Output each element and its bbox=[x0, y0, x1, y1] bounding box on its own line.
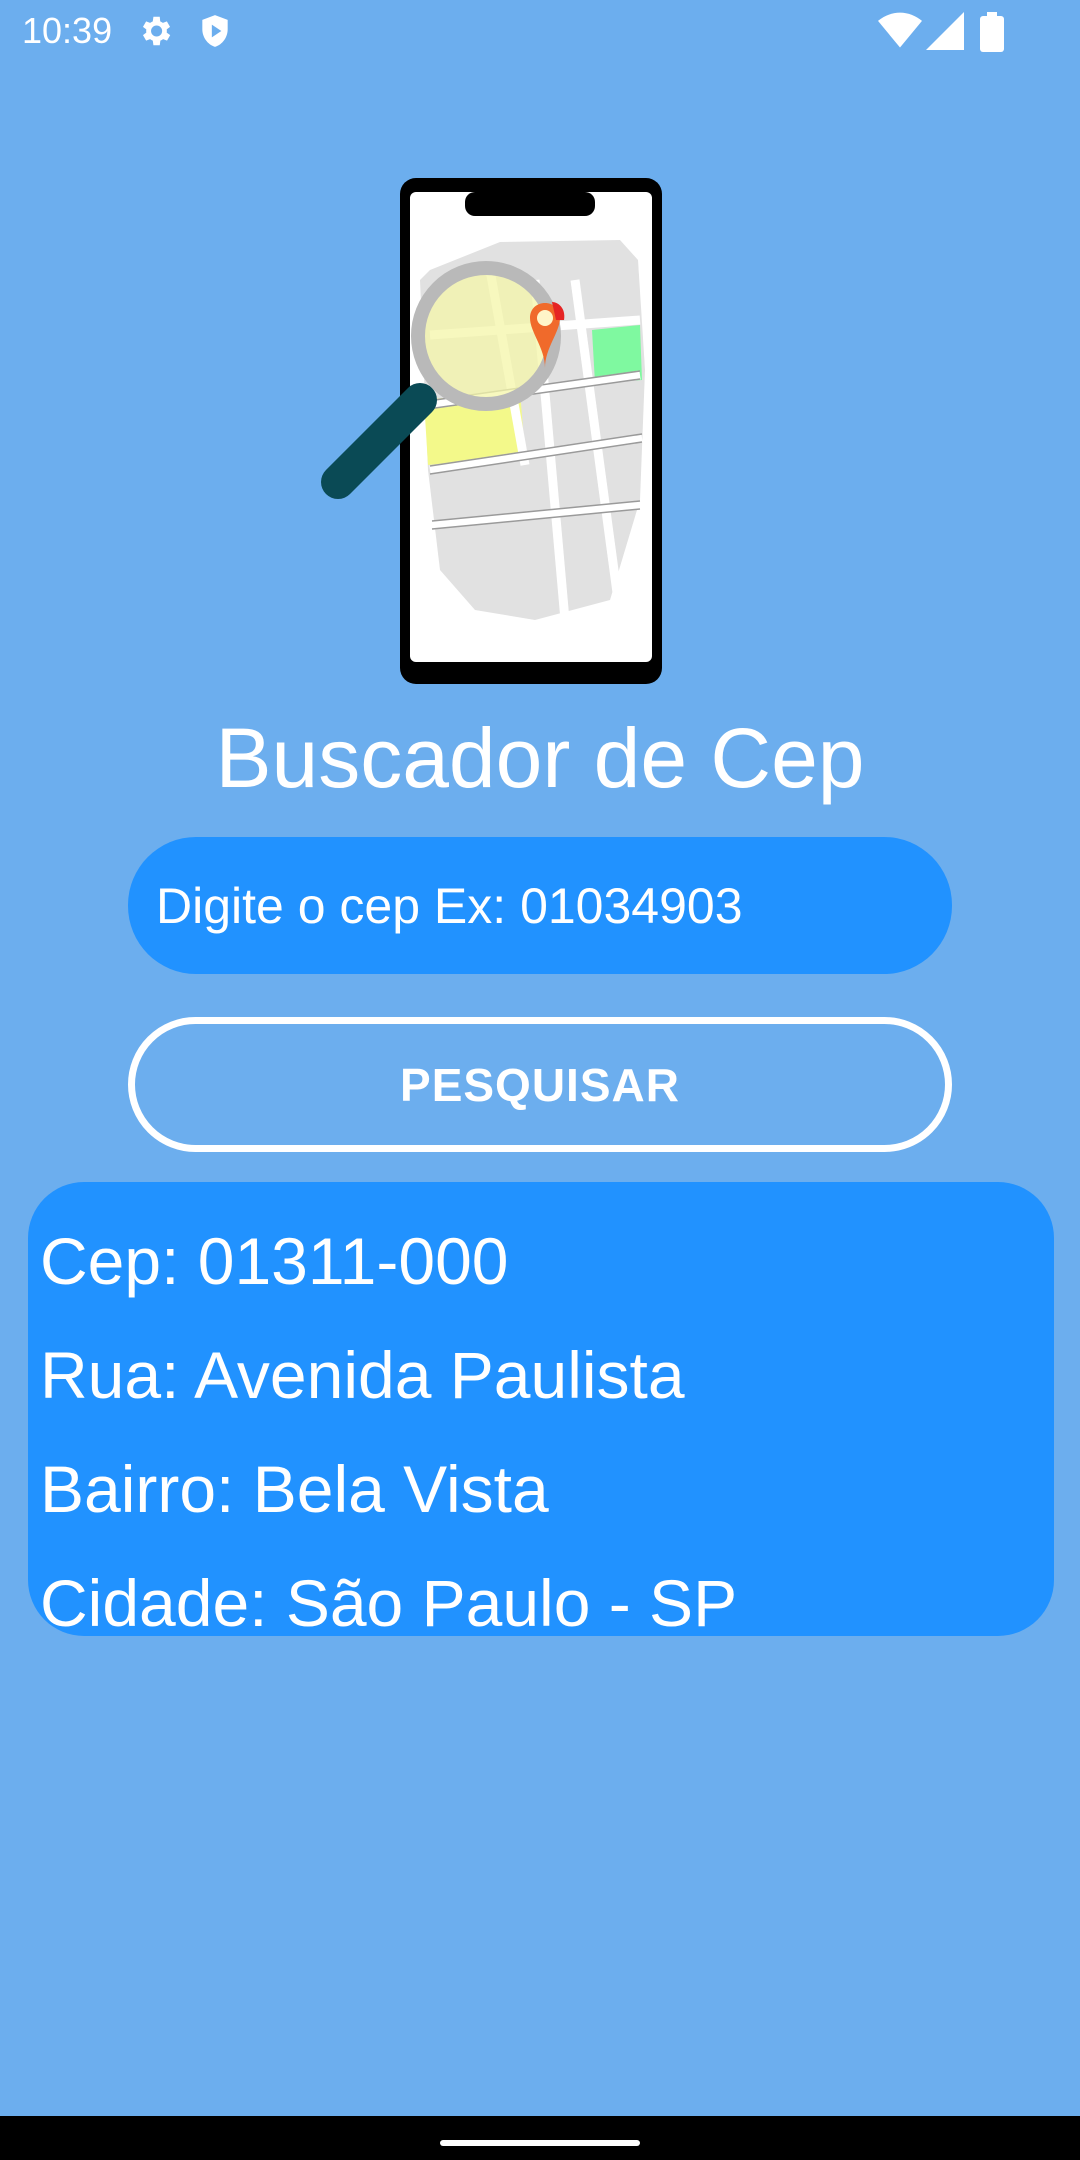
search-button[interactable]: PESQUISAR bbox=[128, 1017, 952, 1152]
result-cep: Cep: 01311-000 bbox=[40, 1224, 509, 1298]
status-bar: 10:39 bbox=[0, 0, 1080, 66]
app-title: Buscador de Cep bbox=[215, 711, 865, 805]
cep-input[interactable] bbox=[128, 837, 952, 974]
home-gesture-handle[interactable] bbox=[440, 2140, 640, 2146]
navigation-bar bbox=[0, 2116, 1080, 2160]
gear-icon bbox=[136, 12, 174, 54]
shield-play-icon bbox=[196, 12, 234, 54]
signal-icon bbox=[926, 12, 964, 54]
phone-map-search-illustration bbox=[320, 170, 680, 690]
result-street: Rua: Avenida Paulista bbox=[40, 1338, 685, 1412]
result-neighborhood: Bairro: Bela Vista bbox=[40, 1452, 549, 1526]
status-time: 10:39 bbox=[22, 10, 113, 51]
result-city: Cidade: São Paulo - SP bbox=[40, 1566, 738, 1640]
battery-icon bbox=[980, 12, 1004, 56]
result-card: Cep: 01311-000 Rua: Avenida Paulista Bai… bbox=[28, 1182, 1054, 1640]
wifi-icon bbox=[878, 12, 922, 54]
